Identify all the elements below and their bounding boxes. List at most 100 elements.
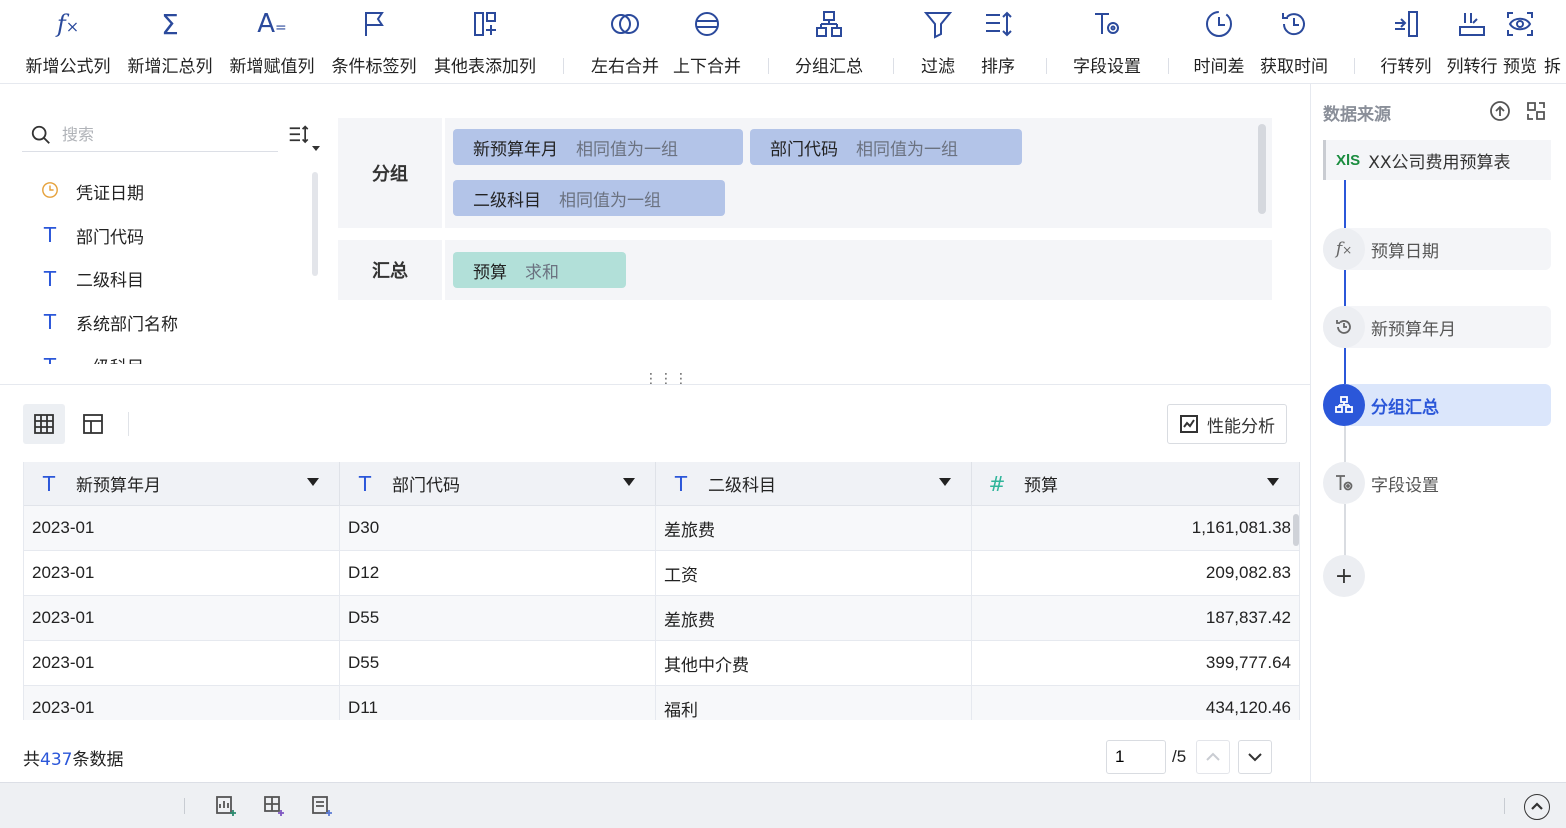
table-cell: D30 <box>340 506 656 550</box>
field-item[interactable]: 凭证日期 <box>22 170 312 214</box>
performance-analysis-button[interactable]: 性能分析 <box>1167 404 1287 444</box>
add-assign-column-button[interactable]: A= 新增赋值列 <box>226 6 318 78</box>
group-scrollbar[interactable] <box>1258 124 1266 214</box>
flow-step[interactable]: f× 预算日期 <box>1323 228 1551 270</box>
column-header[interactable]: T 二级科目 <box>656 462 972 505</box>
table-row: 2023-01 D55 差旅费 187,837.42 <box>24 596 1300 641</box>
condition-tag-column-button[interactable]: 条件标签列 <box>328 6 420 78</box>
chart-line-icon <box>1180 415 1198 433</box>
preview-button[interactable]: 预览 <box>1500 6 1540 78</box>
table-row: 2023-01 D30 差旅费 1,161,081.38 <box>24 506 1300 551</box>
table-row: 2023-01 D11 福利 434,120.46 <box>24 686 1300 720</box>
flow-step-active[interactable]: 分组汇总 <box>1323 384 1551 426</box>
flow-step-label: 字段设置 <box>1371 475 1439 496</box>
table-cell: 差旅费 <box>656 596 972 640</box>
column-to-row-button[interactable]: 列转行 <box>1442 6 1502 78</box>
field-item[interactable]: T 一级科目 <box>22 344 312 364</box>
table-cell: 2023-01 <box>24 551 340 595</box>
table-row: 2023-01 D55 其他中介费 399,777.64 <box>24 641 1300 686</box>
text-type-icon: T <box>42 471 56 496</box>
field-item[interactable]: T 系统部门名称 <box>22 301 312 345</box>
group-label: 分组 <box>372 164 408 185</box>
flag-icon <box>358 6 390 42</box>
page-number-input[interactable] <box>1106 740 1166 774</box>
group-chip[interactable]: 二级科目 相同值为一组 <box>453 180 725 216</box>
summary-chip[interactable]: 预算 求和 <box>453 252 626 288</box>
switch-source-button[interactable] <box>1525 100 1549 124</box>
upload-button[interactable] <box>1489 100 1513 124</box>
collapse-button[interactable] <box>1524 794 1550 820</box>
group-chip[interactable]: 新预算年月 相同值为一组 <box>453 129 743 165</box>
time-diff-button[interactable]: 时间差 <box>1190 6 1248 78</box>
formula-icon: f× <box>1323 228 1365 270</box>
group-summary-icon <box>813 6 845 42</box>
caret-down-icon[interactable] <box>623 478 635 486</box>
filter-button[interactable]: 过滤 <box>918 6 958 78</box>
add-step-button[interactable]: + <box>1323 555 1365 597</box>
column-header[interactable]: T 部门代码 <box>340 462 656 505</box>
field-item[interactable]: T 部门代码 <box>22 214 312 258</box>
caret-down-icon[interactable] <box>1267 478 1279 486</box>
resize-handle[interactable]: ⋮⋮⋮ <box>644 372 689 386</box>
sort-button[interactable]: 排序 <box>978 6 1018 78</box>
column-header[interactable]: T 新预算年月 <box>24 462 340 505</box>
add-column-from-other-table-button[interactable]: 其他表添加列 <box>430 6 540 78</box>
chevron-up-icon <box>1531 802 1543 810</box>
table-cell: D12 <box>340 551 656 595</box>
field-settings-button[interactable]: 字段设置 <box>1070 6 1144 78</box>
field-settings-icon <box>1323 462 1365 504</box>
summary-drop-zone[interactable]: 汇总 预算 求和 <box>338 240 1272 300</box>
table-cell: 434,120.46 <box>972 686 1300 720</box>
row-to-column-button[interactable]: 行转列 <box>1376 6 1436 78</box>
add-formula-column-button[interactable]: f× 新增公式列 <box>22 6 114 78</box>
flow-title: 数据来源 <box>1323 105 1391 125</box>
field-sort-button[interactable] <box>288 124 320 154</box>
merge-left-right-button[interactable]: 左右合并 <box>588 6 662 78</box>
table-cell: 2023-01 <box>24 506 340 550</box>
add-summary-column-button[interactable]: Σ 新增汇总列 <box>124 6 216 78</box>
field-list: 凭证日期 T 部门代码 T 二级科目 T 系统部门名称 T 一级科目 <box>22 170 312 364</box>
search-input[interactable] <box>62 125 262 144</box>
get-time-button[interactable]: 获取时间 <box>1256 6 1332 78</box>
table-scrollbar[interactable] <box>1293 514 1299 546</box>
data-source-card[interactable]: XlS XX公司费用预算表 <box>1323 140 1551 180</box>
chip-field-name: 预算 <box>473 262 507 283</box>
filter-icon <box>922 6 954 42</box>
column-header-label: 二级科目 <box>708 476 776 496</box>
add-analysis-table-button[interactable] <box>214 794 240 820</box>
flow-connector <box>1344 270 1346 308</box>
add-component-button[interactable] <box>262 794 288 820</box>
group-summary-button[interactable]: 分组汇总 <box>792 6 866 78</box>
chip-field-name: 二级科目 <box>473 190 541 211</box>
next-page-button[interactable] <box>1238 740 1272 774</box>
field-list-scrollbar[interactable] <box>312 172 318 276</box>
merge-top-bottom-button[interactable]: 上下合并 <box>670 6 744 78</box>
field-item[interactable]: T 二级科目 <box>22 257 312 301</box>
flow-panel: 数据来源 XlS XX公司费用预算表 f× 预算日期 新预算年月 分组汇总 字段… <box>1310 84 1566 782</box>
text-type-icon: T <box>43 266 57 291</box>
column-header-label: 预算 <box>1024 476 1058 496</box>
caret-down-icon[interactable] <box>939 478 951 486</box>
row-to-column-icon <box>1390 6 1422 42</box>
grid-view-button[interactable] <box>23 404 65 444</box>
flow-step[interactable]: 字段设置 <box>1323 462 1551 504</box>
flow-step[interactable]: 新预算年月 <box>1323 306 1551 348</box>
layout-view-button[interactable] <box>72 404 114 444</box>
toolbar-divider <box>1168 58 1169 74</box>
field-label: 系统部门名称 <box>76 314 178 335</box>
split-button[interactable]: 拆 <box>1544 6 1566 78</box>
sort-icon <box>982 6 1014 42</box>
prev-page-button[interactable] <box>1196 740 1230 774</box>
caret-down-icon[interactable] <box>307 478 319 486</box>
upload-circle-icon <box>1490 101 1510 121</box>
column-header[interactable]: # 预算 <box>972 462 1300 505</box>
group-chip[interactable]: 部门代码 相同值为一组 <box>750 129 1022 165</box>
table-cell: 187,837.42 <box>972 596 1300 640</box>
flow-step-label: 预算日期 <box>1371 241 1439 262</box>
data-source-name: XX公司费用预算表 <box>1368 152 1511 173</box>
add-report-button[interactable] <box>310 794 336 820</box>
toolbar-divider <box>768 58 769 74</box>
table-body: 2023-01 D30 差旅费 1,161,081.38 2023-01 D12… <box>24 506 1300 720</box>
group-drop-zone[interactable]: 分组 新预算年月 相同值为一组 部门代码 相同值为一组 二级科目 相同值为一组 <box>338 118 1272 228</box>
divider <box>184 798 185 814</box>
